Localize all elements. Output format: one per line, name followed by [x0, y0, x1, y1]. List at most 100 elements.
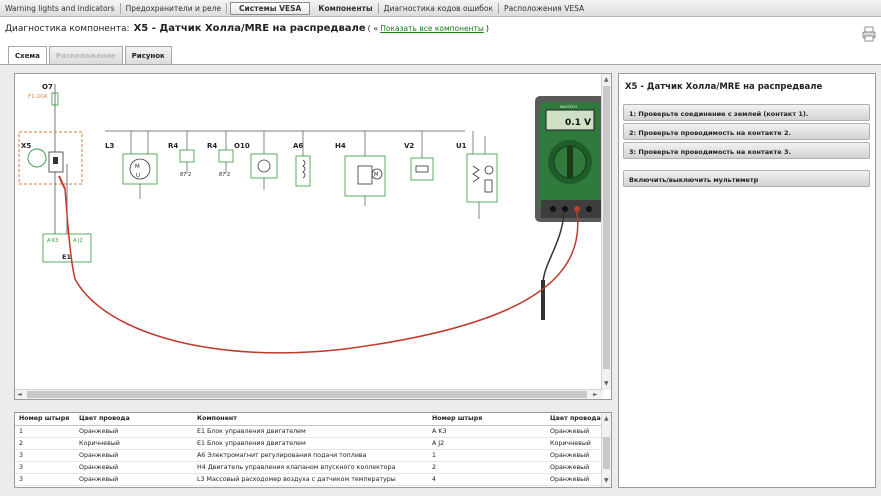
scroll-right-icon[interactable]: ► [593, 391, 598, 399]
cell-target-pin: A J2 [428, 437, 546, 450]
wiring-diagram-pane[interactable]: O7 F1-20A X5 A K3 A J2 E1 L3 M U R4 87 2… [14, 73, 612, 400]
col-pin-number[interactable]: Номер штыря [15, 413, 75, 426]
menu-warning-lights[interactable]: Warning lights and indicators [0, 2, 121, 14]
svg-text:M: M [135, 164, 140, 170]
cell-target-color: Оранжевый [546, 449, 603, 462]
diagram-hscroll-thumb[interactable] [27, 391, 587, 398]
r4b-relay-icon [218, 149, 234, 163]
h4-motor-icon [344, 155, 386, 197]
cell-pin: 3 [15, 473, 75, 486]
table-row[interactable]: 3 Оранжевый L3 Массовый расходомер возду… [15, 473, 603, 486]
cell-target-pin: 2 [428, 461, 546, 474]
x5-sensor-icon [27, 148, 47, 168]
title-prefix: Диагностика компонента: [5, 24, 130, 34]
view-tabs: Схема Расположение Рисунок [8, 46, 174, 66]
col-target-wire-color[interactable]: Цвет провода [546, 413, 603, 426]
v2-valve-icon [410, 157, 434, 181]
cell-component: A6 Электромагнит регулирования подачи то… [193, 449, 428, 462]
multimeter-brand: MASTECH [560, 105, 577, 109]
table-vscroll-thumb[interactable] [603, 437, 610, 469]
table-scroll-up-icon[interactable]: ▲ [604, 415, 609, 423]
cell-component: H4 Двигатель управления клапаном впускно… [193, 461, 428, 474]
label-u1: U1 [456, 142, 467, 150]
o10-component-icon [250, 153, 278, 179]
label-r4b-pins: 87 2 [219, 172, 230, 178]
label-l3: L3 [105, 142, 114, 150]
menu-components[interactable]: Компоненты [313, 2, 379, 14]
multimeter-reading: 0.1 V [565, 118, 591, 128]
col-component[interactable]: Компонент [193, 413, 428, 426]
label-a6: A6 [293, 142, 303, 150]
cell-color: Оранжевый [75, 449, 193, 462]
top-menu: Warning lights and indicators Предохрани… [0, 0, 881, 17]
scroll-down-icon[interactable]: ▼ [604, 380, 609, 388]
tab-schema[interactable]: Схема [8, 46, 47, 66]
step-2-button[interactable]: 2: Проверьте проводимость на контакте 2. [623, 123, 870, 140]
l3-maf-icon [122, 153, 158, 185]
label-h4: H4 [335, 142, 346, 150]
cell-target-pin: A K3 [428, 425, 546, 438]
label-r4a-pins: 87 2 [180, 172, 191, 178]
toggle-multimeter-button[interactable]: Включить/выключить мультиметр [623, 170, 870, 187]
cell-component: L3 Массовый расходомер воздуха с датчико… [193, 473, 428, 486]
cell-color: Оранжевый [75, 461, 193, 474]
col-wire-color[interactable]: Цвет провода [75, 413, 193, 426]
table-row[interactable]: 3 Оранжевый H4 Двигатель управления клап… [15, 461, 603, 474]
step-1-button[interactable]: 1: Проверьте соединение с землей (контак… [623, 104, 870, 121]
show-all-components-link[interactable]: Показать все компоненты [380, 24, 484, 33]
cell-color: Оранжевый [75, 425, 193, 438]
cell-pin: 3 [15, 461, 75, 474]
u1-module-icon [466, 153, 498, 203]
label-e1-pin-a: A K3 [47, 238, 58, 244]
diagram-horizontal-scrollbar[interactable]: ◄ ► [15, 389, 603, 399]
label-x5: X5 [21, 142, 31, 150]
cell-target-color: Коричневый [546, 437, 603, 450]
paren-open: ( « [367, 24, 379, 33]
label-r4b: R4 [207, 142, 217, 150]
cell-color: Оранжевый [75, 473, 193, 486]
pin-table-pane: Номер штыря Цвет провода Компонент Номер… [14, 412, 612, 488]
cell-pin: 1 [15, 425, 75, 438]
wiring-diagram: O7 F1-20A X5 A K3 A J2 E1 L3 M U R4 87 2… [18, 83, 603, 354]
pin-table: Номер штыря Цвет провода Компонент Номер… [15, 413, 603, 486]
cell-pin: 3 [15, 449, 75, 462]
cell-color: Коричневый [75, 437, 193, 450]
red-probe-wire [64, 188, 579, 354]
col-target-pin[interactable]: Номер штыря [428, 413, 546, 426]
table-row[interactable]: 3 Оранжевый A6 Электромагнит регулирован… [15, 449, 603, 462]
table-vertical-scrollbar[interactable]: ▲ ▼ [601, 413, 611, 487]
label-o7-fuse: F1-20A [28, 94, 48, 100]
menu-vesa-systems[interactable]: Системы VESA [230, 1, 311, 15]
label-r4a: R4 [168, 142, 178, 150]
menu-fuses-relays[interactable]: Предохранители и реле [121, 2, 228, 14]
diagram-vscroll-thumb[interactable] [603, 86, 610, 369]
table-scroll-down-icon[interactable]: ▼ [604, 477, 609, 485]
label-o7: O7 [42, 83, 53, 91]
menu-vesa-locations[interactable]: Расположения VESA [499, 3, 589, 14]
cell-component: E1 Блок управления двигателем [193, 437, 428, 450]
cell-target-color: Оранжевый [546, 425, 603, 438]
component-name: X5 - Датчик Холла/MRE на распредвале [133, 23, 366, 34]
scroll-left-icon[interactable]: ◄ [17, 391, 22, 399]
cell-target-color: Оранжевый [546, 473, 603, 486]
cell-component: E1 Блок управления двигателем [193, 425, 428, 438]
menu-dtc-diagnostics[interactable]: Диагностика кодов ошибок [379, 2, 500, 14]
print-icon[interactable] [862, 26, 876, 42]
table-row[interactable]: 2 Коричневый E1 Блок управления двигател… [15, 437, 603, 450]
label-e1: E1 [62, 253, 71, 261]
cell-target-pin: 4 [428, 473, 546, 486]
svg-text:U: U [136, 173, 140, 179]
tab-picture[interactable]: Рисунок [124, 46, 172, 65]
cell-target-color: Оранжевый [546, 461, 603, 474]
x5-highlight-box [18, 131, 83, 185]
tab-location: Расположение [48, 46, 123, 65]
cell-target-pin: 1 [428, 449, 546, 462]
svg-text:M: M [374, 172, 378, 178]
panel-title: X5 - Датчик Холла/MRE на распредвале [625, 82, 823, 92]
diagram-vertical-scrollbar[interactable]: ▲ ▼ [601, 74, 611, 390]
scroll-up-icon[interactable]: ▲ [604, 76, 609, 84]
step-3-button[interactable]: 3: Проверьте проводимость на контакте 3. [623, 142, 870, 159]
black-probe-wire [542, 211, 565, 304]
table-row[interactable]: 1 Оранжевый E1 Блок управления двигателе… [15, 425, 603, 438]
multimeter-icon: MASTECH 0.1 V [535, 96, 603, 222]
